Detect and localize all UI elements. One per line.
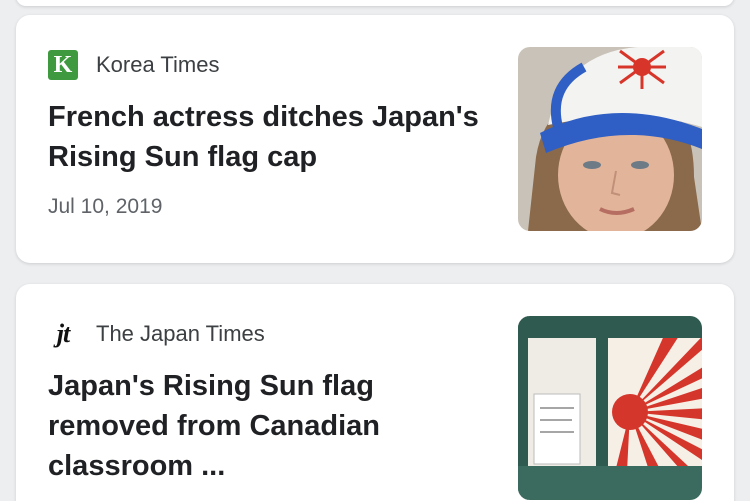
korea-times-logo-icon: K [48, 50, 78, 80]
previous-card-edge [16, 0, 734, 6]
article-date: Jul 10, 2019 [48, 195, 163, 218]
article-thumbnail[interactable] [518, 316, 702, 500]
article-card[interactable]: K Korea Times French actress ditches Jap… [16, 15, 734, 263]
article-headline[interactable]: Japan's Rising Sun flag removed from Can… [48, 366, 488, 486]
source-name: Korea Times [96, 52, 220, 77]
news-feed: K Korea Times French actress ditches Jap… [0, 0, 750, 501]
article-card[interactable]: jt The Japan Times Japan's Rising Sun fl… [16, 284, 734, 501]
article-headline[interactable]: French actress ditches Japan's Rising Su… [48, 97, 488, 177]
source-name: The Japan Times [96, 321, 265, 346]
article-source: K Korea Times [48, 49, 220, 81]
article-thumbnail[interactable] [518, 47, 702, 231]
japan-times-logo-icon: jt [56, 319, 70, 348]
article-source: jt The Japan Times [48, 318, 265, 350]
